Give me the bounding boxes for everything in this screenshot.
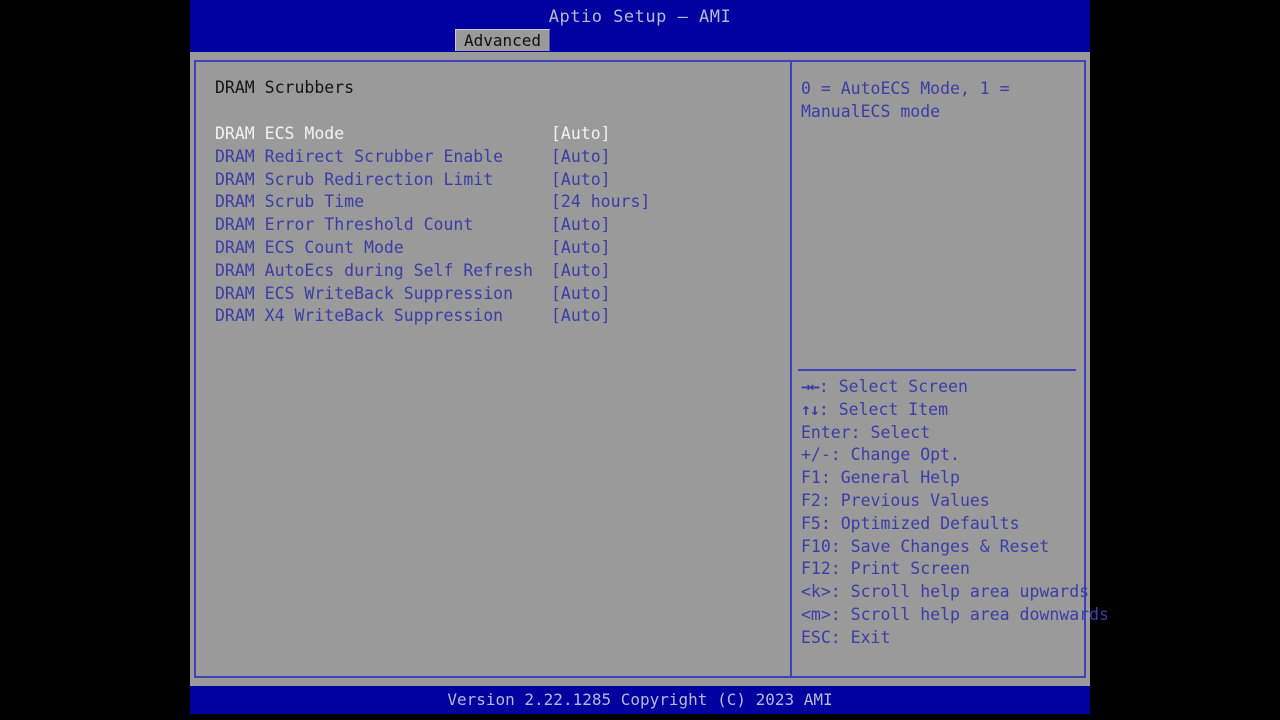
key-legend-text: F1: General Help <box>801 468 960 488</box>
setting-row[interactable]: DRAM Error Threshold Count [Auto] <box>196 215 790 238</box>
key-legend: →←: Select Screen ↑↓: Select Item Enter: S… <box>801 377 1109 651</box>
setting-value[interactable]: [Auto] <box>551 124 611 143</box>
key-legend-item: Enter: Select <box>801 423 1086 446</box>
tab-advanced[interactable]: Advanced <box>455 29 551 51</box>
setting-row[interactable]: DRAM AutoEcs during Self Refresh [Auto] <box>196 261 790 284</box>
key-legend-text: : Select Item <box>818 399 949 419</box>
help-pane: 0 = AutoECS Mode, 1 = ManualECS mode →←:… <box>792 62 1109 676</box>
key-legend-text: F2: Previous Values <box>801 490 990 510</box>
key-legend-item: →←: Select Screen <box>801 377 1086 400</box>
key-legend-item: <k>: Scroll help area upwards <box>801 582 1090 605</box>
key-legend-text: F10: Save Changes & Reset <box>801 536 1050 556</box>
key-legend-text: Enter: Select <box>801 422 931 442</box>
setting-value[interactable]: [Auto] <box>551 306 611 325</box>
setting-row[interactable]: DRAM ECS Mode [Auto] <box>196 124 790 147</box>
help-divider <box>798 369 1076 371</box>
setting-row[interactable]: DRAM Scrub Time [24 hours] <box>196 192 790 215</box>
key-legend-text: +/-: Change Opt. <box>801 445 960 465</box>
setting-value[interactable]: [Auto] <box>551 284 611 303</box>
page-title: Aptio Setup – AMI <box>548 7 732 27</box>
setting-value[interactable]: [Auto] <box>551 215 611 234</box>
setting-label: DRAM AutoEcs during Self Refresh <box>215 260 533 280</box>
key-legend-item: <m>: Scroll help area downwards <box>801 605 1109 628</box>
key-legend-item: +/-: Change Opt. <box>801 445 1086 468</box>
titlebar-underline <box>190 52 1090 60</box>
title-bar: Aptio Setup – AMI Advanced <box>190 0 1090 52</box>
setting-label: DRAM ECS Mode <box>215 124 345 143</box>
setting-label: DRAM Redirect Scrubber Enable <box>215 146 504 166</box>
arrow-keys-icon: →← <box>801 377 820 396</box>
key-legend-text: : Select Screen <box>818 377 968 396</box>
help-description: 0 = AutoECS Mode, 1 = ManualECS mode <box>801 79 1010 121</box>
body-frame: DRAM Scrubbers DRAM ECS Mode [Auto] DRAM R… <box>194 60 1109 678</box>
setting-value[interactable]: [24 hours] <box>551 192 650 211</box>
footer-bar: Version 2.22.1285 Copyright (C) 2023 AMI <box>190 686 1090 714</box>
key-legend-item: F5: Optimized Defaults <box>801 514 1086 537</box>
key-legend-text: <m>: Scroll help area downwards <box>801 604 1109 624</box>
setting-label: DRAM Scrub Time <box>215 192 365 212</box>
setting-label: DRAM Scrub Redirection Limit <box>215 169 494 189</box>
version-text: Version 2.22.1285 Copyright (C) 2023 AMI <box>447 690 833 709</box>
key-legend-item: F10: Save Changes & Reset <box>801 537 1086 560</box>
key-legend-text: F12: Print Screen <box>801 559 970 579</box>
tab-strip: Advanced <box>190 29 1090 52</box>
setting-label: DRAM Error Threshold Count <box>215 215 474 235</box>
setting-label: DRAM X4 WriteBack Suppression <box>215 306 504 326</box>
key-legend-text: <k>: Scroll help area upwards <box>801 582 1090 602</box>
settings-list: DRAM ECS Mode [Auto] DRAM Redirect Scrubbe… <box>196 124 790 329</box>
setting-label: DRAM ECS WriteBack Suppression <box>215 283 514 303</box>
setting-value[interactable]: [Auto] <box>551 238 611 257</box>
bios-screen: Aptio Setup – AMI Advanced DRAM Scrubber… <box>0 0 1280 720</box>
setting-label: DRAM ECS Count Mode <box>215 237 404 257</box>
setting-row[interactable]: DRAM ECS WriteBack Suppression [Auto] <box>196 284 790 307</box>
key-legend-item: ESC: Exit <box>801 628 1086 651</box>
bios-console: Aptio Setup – AMI Advanced DRAM Scrubber… <box>190 0 1109 714</box>
arrow-keys-icon: ↑↓ <box>801 399 820 419</box>
key-legend-text: F5: Optimized Defaults <box>801 513 1020 533</box>
setting-row[interactable]: DRAM ECS Count Mode [Auto] <box>196 238 790 261</box>
setting-row[interactable]: DRAM Redirect Scrubber Enable [Auto] <box>196 147 790 170</box>
section-heading: DRAM Scrubbers <box>215 78 355 97</box>
setting-value[interactable]: [Auto] <box>551 147 611 166</box>
key-legend-text: ESC: Exit <box>801 627 891 647</box>
key-legend-item: F1: General Help <box>801 468 1086 491</box>
settings-pane: DRAM Scrubbers DRAM ECS Mode [Auto] DRAM R… <box>196 62 790 676</box>
setting-row[interactable]: DRAM X4 WriteBack Suppression [Auto] <box>196 306 790 329</box>
setting-value[interactable]: [Auto] <box>551 261 611 280</box>
key-legend-item: F2: Previous Values <box>801 491 1086 514</box>
key-legend-item: ↑↓: Select Item <box>801 400 1086 423</box>
setting-value[interactable]: [Auto] <box>551 170 611 189</box>
setting-row[interactable]: DRAM Scrub Redirection Limit [Auto] <box>196 170 790 193</box>
key-legend-item: F12: Print Screen <box>801 559 1086 582</box>
